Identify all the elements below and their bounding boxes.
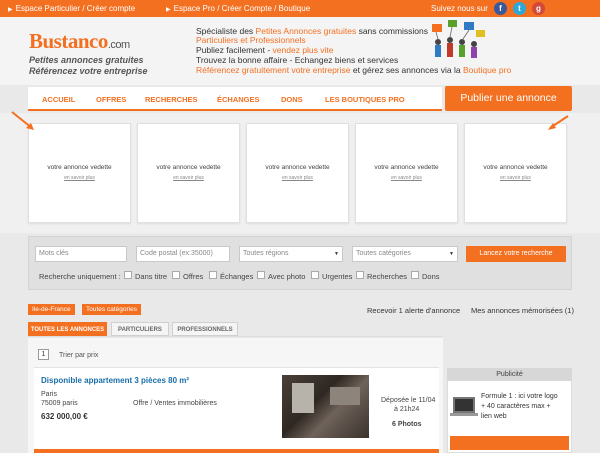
- laptop-base: [450, 413, 478, 416]
- tab-professionnels[interactable]: PROFESSIONNELS: [172, 322, 238, 336]
- site-logo[interactable]: Bustanco.com: [29, 29, 130, 54]
- follow-label: Suivez nous sur: [431, 4, 488, 13]
- nav-accueil[interactable]: ACCUEIL: [42, 95, 75, 104]
- ad-photo-count: 6 Photos: [392, 421, 422, 428]
- google-plus-icon[interactable]: g: [532, 2, 545, 15]
- search-button[interactable]: Lancez votre recherche: [466, 246, 566, 262]
- nav-offres[interactable]: OFFRES: [96, 95, 126, 104]
- publicite-line-2: + 40 caractères max +: [481, 403, 551, 410]
- logo-ext: .com: [107, 39, 130, 51]
- nav-dons[interactable]: DONS: [281, 95, 303, 104]
- ad-title[interactable]: Disponible appartement 3 pièces 80 m²: [41, 376, 189, 385]
- ad-photo[interactable]: [282, 375, 369, 438]
- laptop-icon: [453, 397, 475, 413]
- ad-city: Paris: [41, 391, 57, 398]
- arrow-icon: ▶: [166, 7, 171, 13]
- featured-card-more[interactable]: en savoir plus: [29, 175, 130, 181]
- filter-titre-label: Dans titre: [135, 272, 168, 281]
- filter-urgentes-checkbox[interactable]: [311, 271, 319, 279]
- filter-echanges-label: Échanges: [220, 272, 254, 281]
- category-select[interactable]: Toutes catégories: [352, 246, 458, 262]
- filter-label: Recherche uniquement :: [39, 272, 121, 281]
- publicite-line-3: lien web: [481, 413, 507, 420]
- featured-card[interactable]: votre annonce vedette en savoir plus: [246, 123, 349, 223]
- breadcrumb-region[interactable]: Ile-de-France: [28, 304, 75, 315]
- tab-divider: [28, 336, 443, 337]
- spec-line-3-a: Publiez facilement -: [196, 45, 273, 55]
- keywords-input[interactable]: Mots clés: [35, 246, 127, 262]
- ad-price: 632 000,00 €: [41, 412, 88, 421]
- publish-ad-button[interactable]: Publier une annonce: [445, 86, 572, 111]
- spec-line-5-a[interactable]: Référencez gratuitement votre entreprise: [196, 65, 351, 75]
- spec-line-3-b: vendez plus vite: [272, 45, 334, 55]
- ad-type: Offre / Ventes immobilières: [133, 400, 217, 407]
- nav-boutiques-pro[interactable]: LES BOUTIQUES PRO: [325, 95, 405, 104]
- filter-offres-checkbox[interactable]: [172, 271, 180, 279]
- region-select[interactable]: Toutes régions: [239, 246, 343, 262]
- ad-posted-date: Déposée le 11/04: [381, 397, 436, 404]
- espace-particulier-label: Espace Particulier / Créer compte: [15, 4, 136, 13]
- featured-card[interactable]: votre annonce vedette en savoir plus: [137, 123, 240, 223]
- search-panel: [28, 236, 572, 290]
- nav-recherches[interactable]: RECHERCHES: [145, 95, 198, 104]
- featured-card-title: votre annonce vedette: [374, 164, 439, 171]
- espace-particulier-link[interactable]: ▶ Espace Particulier / Créer compte: [8, 4, 135, 13]
- filter-photo-label: Avec photo: [268, 272, 306, 281]
- arrow-icon: [548, 115, 569, 130]
- tab-all-ads[interactable]: TOUTES LES ANNONCES: [28, 322, 107, 336]
- ad-posted-time: à 21h24: [394, 406, 420, 413]
- ad-postal: 75009 paris: [41, 400, 78, 407]
- publicite-line-1: Formule 1 : ici votre logo: [481, 393, 558, 400]
- postal-code-input[interactable]: Code postal (ex:35000): [136, 246, 230, 262]
- twitter-icon[interactable]: t: [513, 2, 526, 15]
- spec-line-4: Trouvez la bonne affaire - Echangez bien…: [196, 55, 399, 65]
- spec-line-2: Particuliers et Professionnels: [196, 35, 306, 45]
- filter-recherches-checkbox[interactable]: [356, 271, 364, 279]
- filter-urgentes-label: Urgentes: [322, 272, 353, 281]
- featured-card-title: votre annonce vedette: [265, 164, 330, 171]
- arrow-icon: ▶: [8, 7, 13, 13]
- filter-offres-label: Offres: [183, 272, 204, 281]
- featured-card-more[interactable]: en savoir plus: [465, 175, 566, 181]
- sort-by-price[interactable]: Trier par prix: [59, 352, 98, 359]
- featured-card[interactable]: votre annonce vedette en savoir plus: [464, 123, 567, 223]
- facebook-icon[interactable]: f: [494, 2, 507, 15]
- tagline-2: Référencez votre entreprise: [29, 66, 148, 76]
- logo-main: Bustanco: [29, 29, 108, 53]
- featured-card-more[interactable]: en savoir plus: [138, 175, 239, 181]
- top-bar: ▶ Espace Particulier / Créer compte ▶ Espa…: [0, 0, 600, 17]
- main-nav: ACCUEIL OFFRES RECHERCHES ÉCHANGES DONS …: [28, 87, 442, 111]
- filter-titre-checkbox[interactable]: [124, 271, 132, 279]
- spec-line-1-c: sans commissions: [356, 26, 429, 36]
- filter-photo-checkbox[interactable]: [257, 271, 265, 279]
- espace-pro-label: Espace Pro / Créer Compte / Boutique: [173, 4, 311, 13]
- tab-particuliers[interactable]: PARTICULIERS: [111, 322, 169, 336]
- publicite-button[interactable]: [450, 436, 569, 450]
- nav-echanges[interactable]: ÉCHANGES: [217, 95, 260, 104]
- arrow-icon: [11, 111, 34, 130]
- breadcrumb-category[interactable]: Toutes catégories: [82, 304, 141, 315]
- alert-link[interactable]: Recevoir 1 alerte d'annonce: [367, 306, 460, 315]
- people-illustration-icon: [432, 20, 485, 58]
- tagline-1: Petites annonces gratuites: [29, 55, 144, 65]
- filter-echanges-checkbox[interactable]: [209, 271, 217, 279]
- featured-card[interactable]: votre annonce vedette en savoir plus: [28, 123, 131, 223]
- featured-card-title: votre annonce vedette: [156, 164, 221, 171]
- filter-recherches-label: Recherches: [367, 272, 408, 281]
- featured-card-title: votre annonce vedette: [483, 164, 548, 171]
- spec-line-3: Publiez facilement - vendez plus vite: [196, 45, 334, 55]
- featured-card-title: votre annonce vedette: [47, 164, 112, 171]
- page-number[interactable]: 1: [38, 349, 49, 360]
- saved-ads-link[interactable]: Mes annonces mémorisées (1): [471, 306, 574, 315]
- publicite-title: Publicité: [447, 368, 572, 381]
- espace-pro-link[interactable]: ▶ Espace Pro / Créer Compte / Boutique: [166, 4, 310, 13]
- filter-dons-label: Dons: [422, 272, 440, 281]
- featured-card-more[interactable]: en savoir plus: [356, 175, 457, 181]
- filter-dons-checkbox[interactable]: [411, 271, 419, 279]
- featured-card-more[interactable]: en savoir plus: [247, 175, 348, 181]
- featured-card[interactable]: votre annonce vedette en savoir plus: [355, 123, 458, 223]
- ad-bottom-bar: [34, 449, 439, 453]
